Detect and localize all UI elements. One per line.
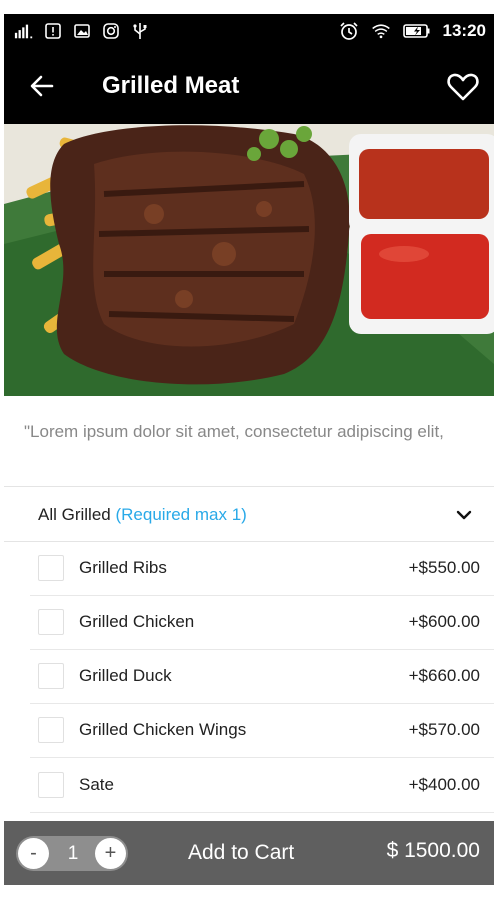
option-price: +$550.00: [408, 558, 480, 577]
status-time: 13:20: [442, 21, 486, 40]
option-name: Grilled Ribs: [79, 558, 167, 577]
add-to-cart-button[interactable]: Add to Cart: [188, 841, 294, 865]
divider: [30, 812, 494, 813]
option-price: +$400.00: [408, 775, 480, 794]
option-item-grilled-chicken-wings[interactable]: Grilled Chicken Wings +$570.00: [30, 704, 494, 758]
quantity-stepper: - 1 +: [16, 836, 128, 871]
option-item-grilled-ribs[interactable]: Grilled Ribs +$550.00: [30, 542, 494, 596]
alert-notification-icon: [43, 21, 63, 41]
increase-quantity-button[interactable]: +: [95, 838, 126, 869]
back-button[interactable]: [28, 72, 56, 100]
requirement-note: (Required max 1): [115, 505, 247, 524]
usb-icon: [130, 21, 150, 41]
divider: [4, 486, 494, 487]
option-checkbox[interactable]: [38, 663, 64, 689]
decrease-quantity-button[interactable]: -: [18, 838, 49, 869]
favorite-button[interactable]: [446, 70, 480, 104]
alarm-icon: [339, 21, 359, 41]
chevron-down-icon: [456, 510, 472, 520]
option-price: +$660.00: [408, 666, 480, 685]
option-price: +$570.00: [408, 720, 480, 739]
app-screen: 13:20 Grilled Meat "Lorem ipsum dolor si…: [4, 14, 494, 885]
quantity-value: 1: [67, 843, 79, 864]
option-checkbox[interactable]: [38, 717, 64, 743]
divider: [30, 757, 494, 758]
option-name: Sate: [79, 775, 114, 794]
option-name: Grilled Chicken: [79, 612, 195, 631]
status-bar: 13:20: [4, 14, 494, 50]
food-image: [4, 124, 494, 396]
arrow-left-icon: [30, 75, 54, 97]
option-item-grilled-chicken[interactable]: Grilled Chicken +$600.00: [30, 596, 494, 650]
option-item-grilled-duck[interactable]: Grilled Duck +$660.00: [30, 650, 494, 704]
total-price: $ 1500.00: [386, 839, 480, 862]
option-checkbox[interactable]: [38, 609, 64, 635]
option-group-header[interactable]: All Grilled (Required max 1): [4, 488, 494, 542]
heart-icon: [447, 73, 479, 101]
image-notification-icon: [72, 21, 92, 41]
option-checkbox[interactable]: [38, 772, 64, 798]
option-price: +$600.00: [408, 612, 480, 631]
option-item-sate[interactable]: Sate +$400.00: [30, 759, 494, 813]
instagram-notification-icon: [101, 21, 121, 41]
product-description: "Lorem ipsum dolor sit amet, consectetur…: [24, 422, 444, 441]
option-group-title: All Grilled (Required max 1): [38, 505, 247, 524]
option-checkbox[interactable]: [38, 555, 64, 581]
page-title: Grilled Meat: [102, 72, 240, 99]
app-bar: Grilled Meat: [4, 50, 494, 124]
wifi-icon: [371, 21, 391, 41]
option-name: Grilled Duck: [79, 666, 172, 685]
battery-icon: [402, 21, 431, 41]
signal-icon: [14, 21, 34, 41]
cart-bar: - 1 + Add to Cart $ 1500.00: [4, 821, 494, 885]
option-name: Grilled Chicken Wings: [79, 720, 247, 739]
